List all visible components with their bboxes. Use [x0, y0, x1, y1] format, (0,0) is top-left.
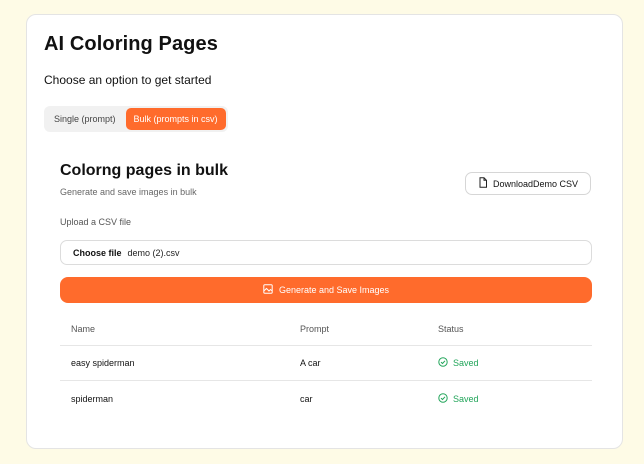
section-title: Colorng pages in bulk: [60, 162, 229, 179]
image-icon: [263, 284, 273, 296]
file-name: demo (2).csv: [127, 247, 180, 258]
row-name: spiderman: [71, 393, 114, 404]
header-status: Status: [438, 323, 464, 334]
csv-file-input[interactable]: Choose file demo (2).csv: [60, 240, 592, 265]
row-prompt: A car: [300, 358, 321, 368]
page-subtitle: Choose an option to get started: [44, 73, 212, 87]
generate-save-button[interactable]: Generate and Save Images: [60, 277, 592, 303]
check-circle-icon: [438, 392, 448, 405]
file-icon: [478, 177, 488, 190]
page-title: AI Coloring Pages: [44, 33, 218, 55]
row-status: Saved: [438, 381, 479, 416]
generate-label: Generate and Save Images: [278, 285, 390, 295]
table-header-row: Name Prompt Status: [60, 312, 592, 346]
mode-toggle: Single (prompt) Bulk (prompts in csv): [44, 106, 228, 132]
header-prompt: Prompt: [300, 323, 330, 334]
header-name: Name: [71, 323, 96, 334]
row-status: Saved: [438, 346, 479, 380]
upload-label: Upload a CSV file: [60, 217, 132, 227]
download-demo-csv-button[interactable]: DownloadDemo CSV: [465, 172, 591, 195]
tab-single[interactable]: Single (prompt): [46, 108, 124, 130]
results-table: Name Prompt Status easy spiderman A car …: [60, 312, 592, 416]
status-text: Saved: [453, 393, 479, 404]
main-card: AI Coloring Pages Choose an option to ge…: [26, 14, 623, 449]
table-row: easy spiderman A car Saved: [60, 346, 592, 381]
row-prompt: car: [300, 393, 313, 404]
choose-file-button[interactable]: Choose file: [73, 248, 122, 258]
status-text: Saved: [453, 358, 479, 368]
download-label: DownloadDemo CSV: [492, 178, 579, 189]
section-subtitle: Generate and save images in bulk: [60, 187, 197, 197]
row-name: easy spiderman: [71, 358, 135, 368]
table-row: spiderman car Saved: [60, 381, 592, 416]
check-circle-icon: [438, 357, 448, 369]
tab-bulk[interactable]: Bulk (prompts in csv): [125, 108, 226, 130]
